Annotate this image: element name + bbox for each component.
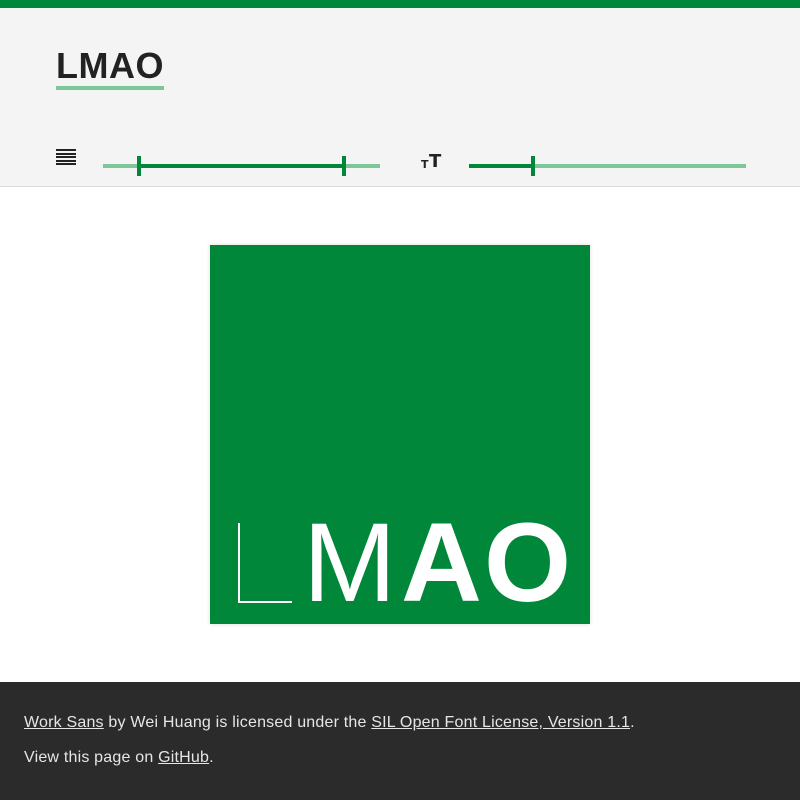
preview-glyph-O: O [484, 500, 572, 624]
page-title: LMAO [56, 46, 164, 90]
github-line: View this page on GitHub. [24, 749, 214, 767]
font-size-icon: TT [421, 151, 442, 172]
license-by-text: by Wei Huang is licensed under the [103, 714, 372, 731]
size-slider-handle[interactable] [531, 156, 535, 176]
license-link[interactable]: SIL Open Font License, Version 1.1 [371, 714, 630, 731]
license-line: Work Sans by Wei Huang is licensed under… [24, 714, 635, 732]
work-sans-link[interactable]: Work Sans [24, 714, 104, 731]
weight-slider-fill [139, 164, 344, 168]
header: LMAO TT [0, 8, 800, 187]
font-size-slider[interactable] [469, 156, 746, 176]
weight-range-slider[interactable] [103, 156, 380, 176]
github-link[interactable]: GitHub [158, 749, 209, 766]
preview-glyph-L [238, 523, 292, 603]
license-period: . [630, 714, 635, 731]
footer: Work Sans by Wei Huang is licensed under… [0, 682, 800, 800]
preview-glyph-A: A [401, 500, 482, 624]
size-slider-fill [469, 164, 533, 168]
github-period: . [209, 749, 214, 766]
weight-slider-max-handle[interactable] [342, 156, 346, 176]
preview-glyph-M: M [303, 500, 397, 624]
weight-slider-min-handle[interactable] [137, 156, 141, 176]
view-text: View this page on [24, 749, 159, 766]
line-weight-icon [56, 149, 76, 167]
top-accent-bar [0, 0, 800, 8]
font-preview-tile: M A O [210, 245, 590, 624]
